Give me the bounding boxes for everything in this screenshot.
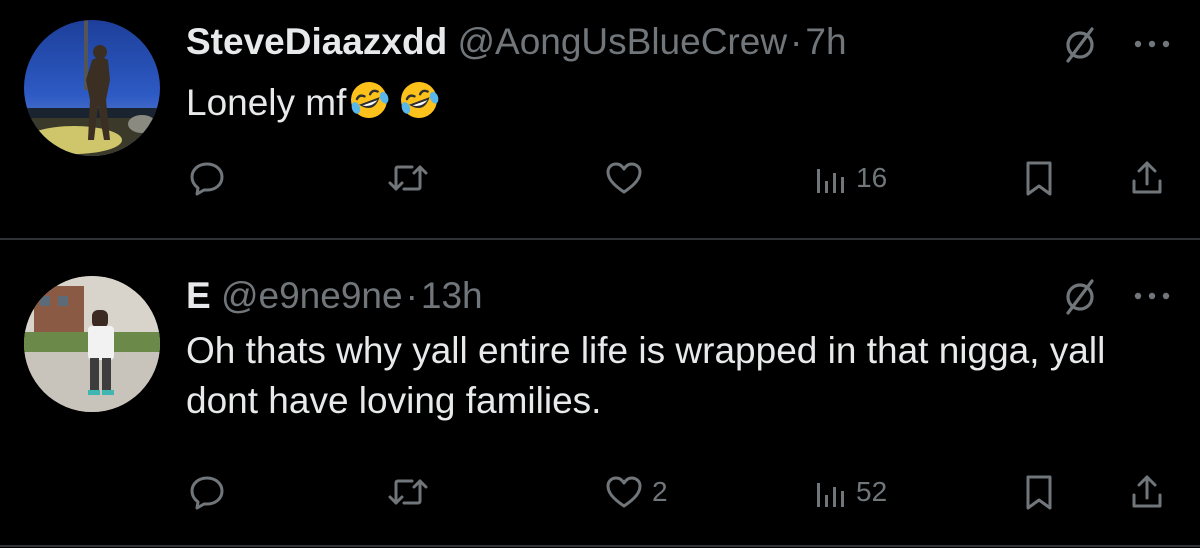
heart-icon	[606, 162, 642, 194]
slashed-circle-icon[interactable]	[1060, 276, 1100, 316]
ellipsis-icon[interactable]	[1130, 24, 1174, 64]
laughing-emoji-icon	[401, 82, 439, 118]
bar-chart-icon	[817, 169, 844, 193]
tweet-text-content: Lonely mf	[186, 82, 347, 123]
speech-bubble-icon	[190, 476, 224, 510]
laughing-emoji-icon	[351, 82, 389, 118]
tweet-divider	[0, 545, 1200, 547]
reply-button[interactable]	[188, 470, 234, 514]
tweet-header: SteveDiaazxdd @AongUsBlueCrew·7h	[186, 20, 847, 64]
display-name[interactable]: E	[186, 275, 211, 316]
speech-bubble-icon	[190, 162, 224, 196]
share-upload-icon	[1132, 475, 1162, 508]
tweet-text: Oh thats why yall entire life is wrapped…	[186, 326, 1176, 426]
timestamp[interactable]: 13h	[421, 275, 483, 316]
heart-icon	[606, 476, 642, 508]
share-upload-icon	[1132, 161, 1162, 194]
share-button[interactable]	[1128, 156, 1166, 200]
user-handle[interactable]: @AongUsBlueCrew	[457, 21, 787, 62]
tweet[interactable]: SteveDiaazxdd @AongUsBlueCrew·7h Lonely …	[0, 0, 1200, 238]
tweet-actions: 2 52	[0, 470, 1200, 514]
bookmark-button[interactable]	[1022, 156, 1056, 200]
share-button[interactable]	[1128, 470, 1166, 514]
avatar[interactable]	[24, 20, 160, 156]
views-button[interactable]: 52	[814, 470, 887, 514]
reply-button[interactable]	[188, 156, 234, 200]
retweet-arrows-icon	[388, 479, 428, 505]
tweet-header: E @e9ne9ne·13h	[186, 274, 483, 318]
bookmark-button[interactable]	[1022, 470, 1056, 514]
timeline-feed: SteveDiaazxdd @AongUsBlueCrew·7h Lonely …	[0, 0, 1200, 548]
user-handle[interactable]: @e9ne9ne	[221, 275, 403, 316]
display-name[interactable]: SteveDiaazxdd	[186, 21, 447, 62]
avatar[interactable]	[24, 276, 160, 412]
slashed-circle-icon[interactable]	[1060, 24, 1100, 64]
retweet-button[interactable]	[386, 156, 438, 200]
bookmark-icon	[1026, 161, 1052, 196]
bar-chart-icon	[817, 483, 844, 507]
retweet-arrows-icon	[388, 165, 428, 191]
like-count: 2	[652, 476, 668, 507]
view-count: 16	[856, 162, 888, 193]
retweet-button[interactable]	[386, 470, 438, 514]
views-button[interactable]: 16	[814, 156, 887, 200]
tweet[interactable]: E @e9ne9ne·13h Oh thats why yall entire …	[0, 240, 1200, 540]
ellipsis-icon[interactable]	[1130, 276, 1174, 316]
separator-dot: ·	[790, 21, 803, 62]
view-count: 52	[856, 476, 888, 507]
tweet-text: Lonely mf	[186, 78, 1176, 128]
timestamp[interactable]: 7h	[805, 21, 846, 62]
like-button[interactable]: 2	[604, 470, 668, 514]
like-button[interactable]	[604, 156, 652, 200]
bookmark-icon	[1026, 475, 1052, 510]
tweet-text-content: Oh thats why yall entire life is wrapped…	[186, 330, 1106, 421]
separator-dot: ·	[405, 275, 418, 316]
tweet-actions: 16	[0, 156, 1200, 200]
